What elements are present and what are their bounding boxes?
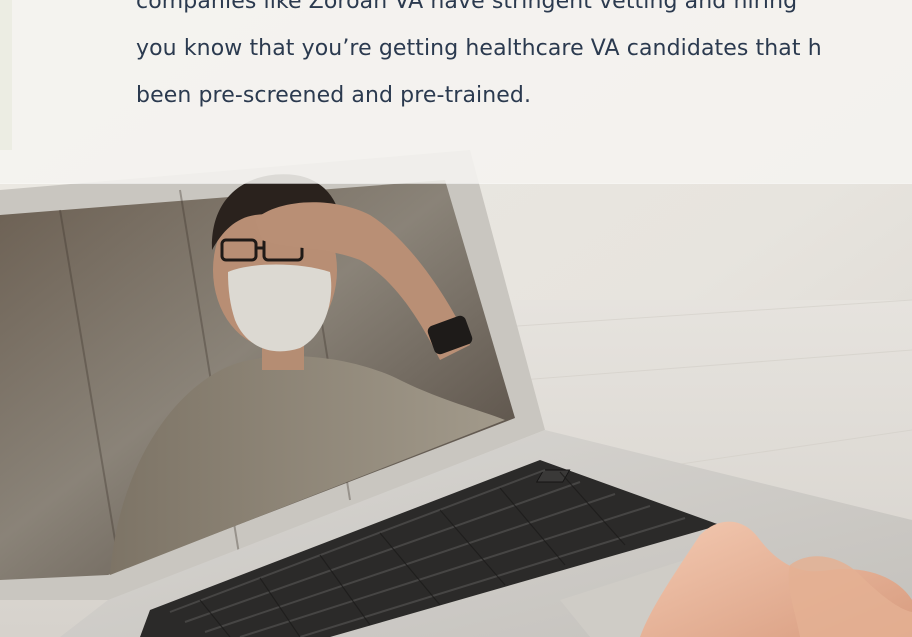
article-line: companies like Zoroan VA have stringent … [136,0,798,14]
article-line: you know that you’re getting healthcare … [136,36,822,61]
article-line: been pre-screened and pre-trained. [136,83,532,108]
article-text-panel: companies like Zoroan VA have stringent … [0,0,912,184]
article-paragraph: companies like Zoroan VA have stringent … [136,0,912,119]
page: companies like Zoroan VA have stringent … [0,0,912,637]
